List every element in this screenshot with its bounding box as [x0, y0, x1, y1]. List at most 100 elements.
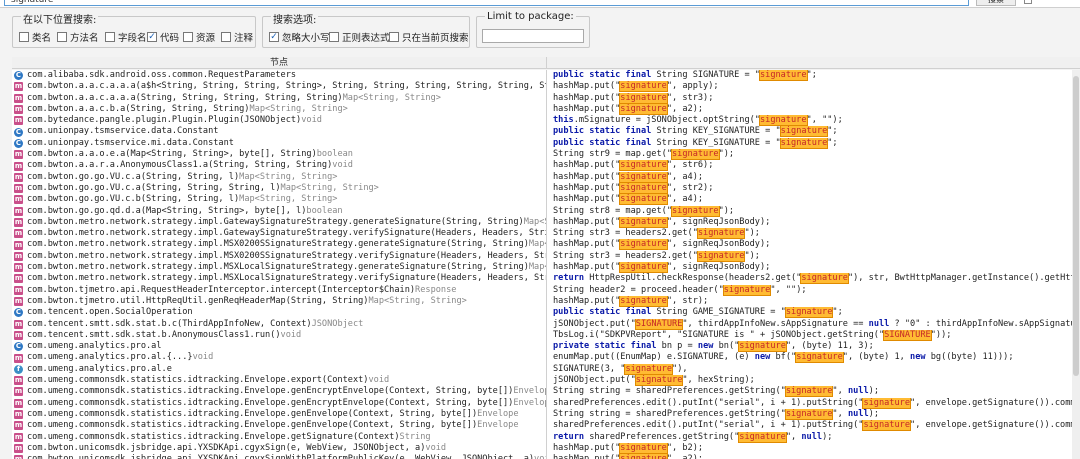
checkbox[interactable] — [329, 32, 339, 42]
result-text: com.bwton.a.a.r.a.AnonymousClass1.a(Stri… — [27, 160, 333, 171]
location-option[interactable]: 资源 — [183, 30, 215, 44]
result-row[interactable]: m com.tencent.smtt.sdk.stat.b.c(ThirdAppI… — [12, 319, 546, 330]
result-row[interactable]: m com.bwton.go.go.VU.c.a(String, String, … — [12, 183, 546, 194]
result-row[interactable]: m com.umeng.commonsdk.statistics.idtracki… — [12, 386, 546, 397]
code-line[interactable]: public static final String KEY_SIGNATURE… — [547, 137, 1080, 149]
result-row[interactable]: m com.bwton.go.go.qd.d.a(Map<String, Stri… — [12, 206, 546, 217]
code-line[interactable]: String str3 = headers2.get("signature"); — [547, 250, 1080, 262]
code-line[interactable]: public static final String SIGNATURE = "… — [547, 70, 1080, 81]
location-option[interactable]: ✓ 代码 — [147, 30, 179, 44]
match-highlight: signature — [619, 92, 668, 104]
result-row[interactable]: Ccom.umeng.analytics.pro.al — [12, 341, 546, 352]
checkbox[interactable] — [57, 32, 67, 42]
result-row[interactable]: Ccom.alibaba.sdk.android.oss.common.Requ… — [12, 70, 546, 81]
result-row[interactable]: Ccom.unionpay.tsmservice.data.Constant — [12, 126, 546, 137]
checkbox[interactable] — [221, 32, 231, 42]
code-line[interactable]: hashMap.put("signature", signReqJsonBody… — [547, 239, 1080, 251]
code-line[interactable]: String header2 = proceed.header("signatu… — [547, 284, 1080, 296]
result-row[interactable]: m com.umeng.commonsdk.statistics.idtracki… — [12, 398, 546, 409]
result-row[interactable]: m com.bwton.tjmetro.api.RequestHeaderInte… — [12, 285, 546, 296]
checkbox[interactable] — [389, 32, 399, 42]
result-row[interactable]: m com.bwton.metro.network.strategy.impl.M… — [12, 251, 546, 262]
code-line[interactable]: hashMap.put("signature", str3); — [547, 92, 1080, 104]
code-line[interactable]: hashMap.put("signature", b2); — [547, 442, 1080, 454]
checkbox[interactable] — [105, 32, 115, 42]
code-line[interactable]: String string = sharedPreferences.getStr… — [547, 386, 1080, 398]
checkbox[interactable] — [19, 32, 29, 42]
code-line[interactable]: hashMap.put("signature", a4); — [547, 171, 1080, 183]
code-line[interactable]: return HttpRespUtil.checkResponse(header… — [547, 273, 1080, 285]
code-line[interactable]: hashMap.put("signature", str); — [547, 295, 1080, 307]
result-row[interactable]: m com.bwton.unicomsdk.jsbridge.api.YXSDKA… — [12, 443, 546, 454]
code-line[interactable]: public static final String KEY_SIGNATURE… — [547, 126, 1080, 138]
result-row[interactable]: m com.bwton.a.a.r.a.AnonymousClass1.a(Str… — [12, 160, 546, 171]
code-line[interactable]: enumMap.put((EnumMap) e.SIGNATURE, (e) n… — [547, 352, 1080, 364]
checkbox[interactable]: ✓ — [147, 32, 157, 42]
search-option[interactable]: ✓ 忽略大小写 — [269, 30, 330, 44]
code-line[interactable]: hashMap.put("signature", str6); — [547, 160, 1080, 172]
code-line[interactable]: String string = sharedPreferences.getStr… — [547, 408, 1080, 420]
code-line[interactable]: SIGNATURE(3, "signature"), — [547, 363, 1080, 375]
result-row[interactable]: m com.bwton.a.a.o.e.a(Map<String, String>… — [12, 149, 546, 160]
result-row[interactable]: m com.umeng.commonsdk.statistics.idtracki… — [12, 420, 546, 431]
location-option[interactable]: 字段名 — [105, 30, 147, 44]
result-row[interactable]: m com.umeng.commonsdk.statistics.idtracki… — [12, 375, 546, 386]
result-row[interactable]: m com.tencent.smtt.sdk.stat.b.AnonymousCl… — [12, 330, 546, 341]
result-row[interactable]: Ccom.unionpay.tsmservice.mi.data.Constan… — [12, 138, 546, 149]
extra-checkbox[interactable] — [1024, 0, 1032, 4]
location-option[interactable]: 类名 — [19, 30, 51, 44]
result-row[interactable]: m com.bwton.metro.network.strategy.impl.G… — [12, 217, 546, 228]
code-line[interactable]: String str9 = map.get("signature"); — [547, 149, 1080, 161]
result-row[interactable]: m com.umeng.commonsdk.statistics.idtracki… — [12, 432, 546, 443]
search-button[interactable]: 搜索 — [976, 0, 1016, 6]
result-row[interactable]: m com.umeng.commonsdk.statistics.idtracki… — [12, 409, 546, 420]
result-row[interactable]: m com.bwton.metro.network.strategy.impl.M… — [12, 262, 546, 273]
result-row[interactable]: m com.bwton.go.go.VU.c.b(String, String, … — [12, 194, 546, 205]
search-option[interactable]: 只在当前页搜索 — [389, 30, 469, 44]
result-row[interactable]: m com.bwton.go.go.VU.c.a(String, String, … — [12, 172, 546, 183]
result-row[interactable]: f com.umeng.analytics.pro.al.e — [12, 364, 546, 375]
scrollbar[interactable] — [1072, 70, 1080, 459]
code-line[interactable]: private static final bn p = new bn("sign… — [547, 341, 1080, 353]
result-row[interactable]: m com.bytedance.pangle.plugin.Plugin.Plug… — [12, 115, 546, 126]
search-option[interactable]: 正则表达式 — [329, 30, 390, 44]
code-line[interactable]: hashMap.put("signature", a4); — [547, 194, 1080, 206]
match-highlight: signature — [779, 126, 829, 138]
code-text: public static final String SIGNATURE = " — [553, 70, 760, 80]
location-option[interactable]: 方法名 — [57, 30, 99, 44]
result-row[interactable]: m com.umeng.analytics.pro.al.{...} void — [12, 352, 546, 363]
code-line[interactable]: sharedPreferences.edit().putInt("serial"… — [547, 397, 1080, 409]
code-line[interactable]: TbsLog.i("SDKPVReport", "SIGNATURE is " … — [547, 329, 1080, 341]
code-line[interactable]: return sharedPreferences.getString("sign… — [547, 431, 1080, 443]
code-line[interactable]: hashMap.put("signature", a2); — [547, 103, 1080, 115]
checkbox[interactable] — [183, 32, 193, 42]
code-line[interactable]: hashMap.put("signature", apply); — [547, 81, 1080, 93]
code-line[interactable]: String str8 = map.get("signature"); — [547, 205, 1080, 217]
result-row[interactable]: m com.bwton.metro.network.strategy.impl.G… — [12, 228, 546, 239]
code-line[interactable]: hashMap.put("signature", signReqJsonBody… — [547, 216, 1080, 228]
result-row[interactable]: m com.bwton.a.a.c.a.a.a(a$h<String, Strin… — [12, 81, 546, 92]
code-line[interactable]: public static final String GAME_SIGNATUR… — [547, 307, 1080, 319]
code-line[interactable]: hashMap.put("signature", signReqJsonBody… — [547, 262, 1080, 274]
search-input[interactable]: signature — [4, 0, 969, 6]
limit-package-input[interactable] — [482, 29, 584, 43]
result-row[interactable]: m com.bwton.unicomsdk.jsbridge.api.YXSDKA… — [12, 454, 546, 459]
code-line[interactable]: String str3 = headers2.get("signature"); — [547, 228, 1080, 240]
code-line[interactable]: sharedPreferences.edit().putInt("serial"… — [547, 420, 1080, 432]
result-row[interactable]: m com.bwton.a.a.c.a.a.a(String, String, S… — [12, 93, 546, 104]
location-option[interactable]: 注释 — [221, 30, 253, 44]
scrollbar-thumb[interactable] — [1073, 76, 1079, 376]
result-row[interactable]: m com.bwton.metro.network.strategy.impl.M… — [12, 239, 546, 250]
code-column-header[interactable] — [547, 57, 1080, 69]
code-line[interactable]: jSONObject.put("signature", hexString); — [547, 375, 1080, 387]
code-line[interactable]: hashMap.put("signature", a2); — [547, 454, 1080, 459]
checkbox[interactable]: ✓ — [269, 32, 279, 42]
code-line[interactable]: hashMap.put("signature", str2); — [547, 182, 1080, 194]
result-row[interactable]: m com.bwton.metro.network.strategy.impl.M… — [12, 273, 546, 284]
code-line[interactable]: this.mSignature = jSONObject.optString("… — [547, 115, 1080, 127]
node-column-header[interactable]: 节点 — [12, 57, 547, 69]
result-row[interactable]: m com.bwton.a.a.c.b.a(String, String, Str… — [12, 104, 546, 115]
result-row[interactable]: m com.bwton.tjmetro.util.HttpReqUtil.genR… — [12, 296, 546, 307]
result-row[interactable]: Ccom.tencent.open.SocialOperation — [12, 307, 546, 318]
code-line[interactable]: jSONObject.put("SIGNATURE", thirdAppInfo… — [547, 318, 1080, 330]
